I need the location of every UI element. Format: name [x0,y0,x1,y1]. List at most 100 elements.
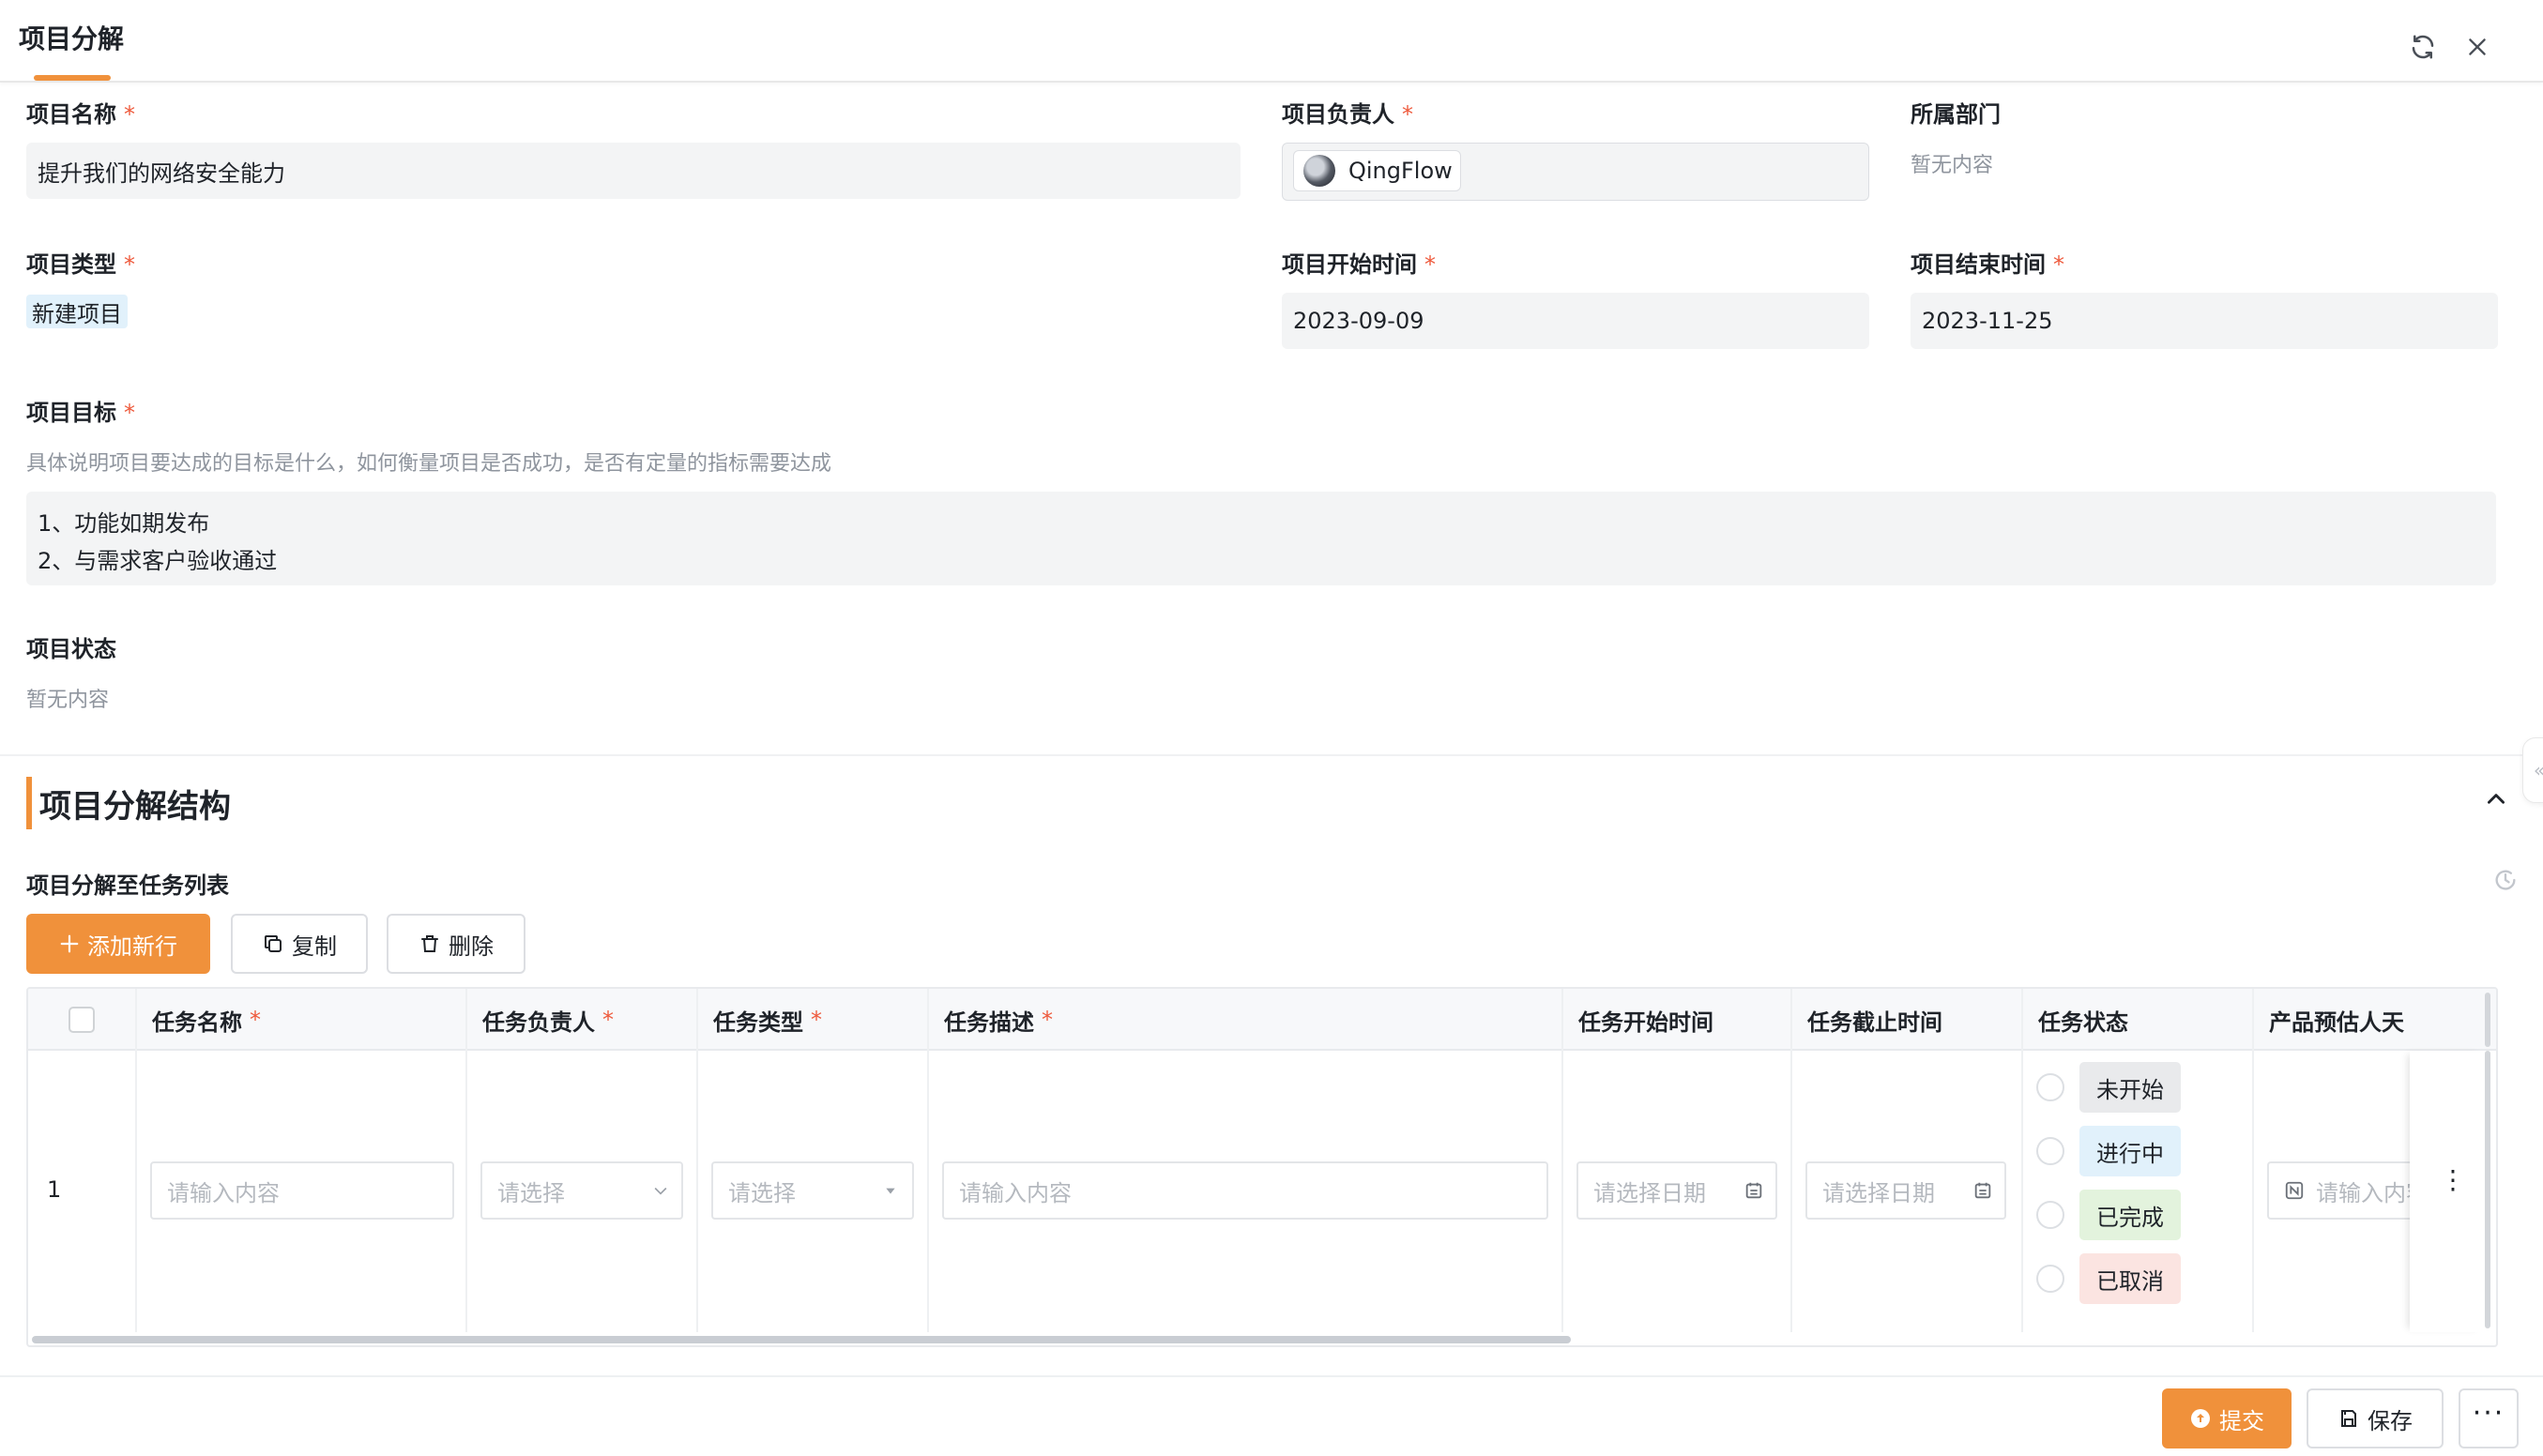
status-tag: 已完成 [2079,1190,2181,1240]
more-horizontal-icon: ··· [2472,1397,2505,1430]
task-name-input[interactable]: 请输入内容 [150,1161,454,1220]
project-type-tag[interactable]: 新建项目 [26,295,128,328]
task-owner-placeholder: 请选择 [497,1179,565,1206]
project-name-label: 项目名称 * [26,101,135,128]
start-time-value: 2023-09-09 [1293,308,1424,334]
status-tag: 未开始 [2079,1062,2181,1113]
status-option-not-started[interactable]: 未开始 [2036,1062,2181,1113]
row-actions-cell: ⋮ [2410,1051,2485,1332]
task-start-cell: 请选择日期 [1563,1051,1792,1332]
goal-hint: 具体说明项目要达成的目标是什么，如何衡量项目是否成功，是否有定量的指标需要达成 [26,452,832,476]
task-desc-cell: 请输入内容 [929,1051,1563,1332]
task-type-select[interactable]: 请选择 [711,1161,914,1220]
save-label: 保存 [2368,1407,2413,1434]
add-row-button[interactable]: 添加新行 [26,914,210,974]
status-tag: 进行中 [2079,1126,2181,1176]
task-status-cell: 未开始 进行中 已完成 已取消 [2023,1051,2254,1332]
subtable-label: 项目分解至任务列表 [26,872,229,899]
project-status-value: 暂无内容 [26,689,110,712]
trash-icon [421,935,438,952]
status-radio[interactable] [2036,1201,2064,1229]
task-type-cell: 请选择 [698,1051,929,1332]
task-table: 任务名称 * 任务负责人 * 任务类型 * 任务描述 * 任务开始时间 任务截止时间 任… [26,987,2498,1347]
status-option-cancelled[interactable]: 已取消 [2036,1253,2181,1304]
project-name-field[interactable]: 提升我们的网络安全能力 [26,143,1241,199]
task-end-placeholder: 请选择日期 [1822,1179,1935,1206]
row-index: 1 [47,1176,62,1203]
goal-field[interactable]: 1、功能如期发布 2、与需求客户验收通过 [26,492,2496,585]
col-task-name: 任务名称 * [137,989,467,1051]
estimate-cell: 请输入内容 [2254,1051,2427,1332]
end-time-label: 项目结束时间 * [1911,251,2064,278]
project-type-label: 项目类型 * [26,251,135,278]
status-tag: 已取消 [2079,1253,2181,1304]
goal-line: 1、功能如期发布 [38,510,210,537]
task-end-date[interactable]: 请选择日期 [1805,1161,2006,1220]
status-radio[interactable] [2036,1073,2064,1101]
refresh-icon[interactable] [2404,28,2442,66]
department-value: 暂无内容 [1911,154,1994,177]
calendar-icon [1745,1182,1762,1199]
status-option-done[interactable]: 已完成 [2036,1190,2181,1240]
start-time-field[interactable]: 2023-09-09 [1282,293,1869,349]
task-start-date[interactable]: 请选择日期 [1576,1161,1777,1220]
number-field-icon [2285,1181,2304,1200]
goal-label: 项目目标 * [26,400,135,426]
copy-button[interactable]: 复制 [231,914,368,974]
table-row: 1 请输入内容 请选择 请选择 请输入内容 请选择日期 请选择日期 未开始 进行… [28,1051,2496,1332]
submit-label: 提交 [2219,1407,2264,1434]
header-scrollbar [2485,993,2490,1047]
col-task-status: 任务状态 [2023,989,2254,1051]
status-radio[interactable] [2036,1265,2064,1293]
caret-down-icon [886,1188,895,1194]
add-row-label: 添加新行 [87,933,177,960]
task-desc-input[interactable]: 请输入内容 [942,1161,1548,1220]
double-chevron-left-icon: « [2534,759,2543,781]
divider [0,754,2543,756]
section-accent-bar [26,777,32,829]
owner-label: 项目负责人 * [1282,101,1413,128]
save-button[interactable]: 保存 [2307,1388,2444,1448]
col-task-start: 任务开始时间 [1563,989,1792,1051]
task-name-cell: 请输入内容 [137,1051,467,1332]
task-type-placeholder: 请选择 [728,1179,796,1206]
table-header: 任务名称 * 任务负责人 * 任务类型 * 任务描述 * 任务开始时间 任务截止时间 任… [28,989,2496,1051]
copy-label: 复制 [292,933,337,960]
task-owner-cell: 请选择 [467,1051,698,1332]
chevron-up-icon[interactable] [2477,781,2515,818]
close-icon[interactable] [2459,28,2496,66]
more-button[interactable]: ··· [2459,1388,2519,1448]
delete-label: 删除 [449,933,494,960]
copy-icon [265,935,282,952]
side-expand-tab[interactable]: « [2522,737,2543,803]
owner-chip[interactable]: QingFlow [1293,150,1461,191]
dialog-header: 项目分解 [0,0,2543,83]
project-status-label: 项目状态 [26,636,116,662]
row-index-cell: 1 [28,1051,137,1332]
save-icon [2341,1410,2356,1427]
select-all-checkbox[interactable] [69,1007,95,1033]
end-time-field[interactable]: 2023-11-25 [1911,293,2498,349]
chevron-down-icon [654,1187,667,1195]
col-task-end: 任务截止时间 [1792,989,2023,1051]
submit-button[interactable]: 提交 [2162,1388,2292,1448]
task-end-cell: 请选择日期 [1792,1051,2023,1332]
estimate-input[interactable]: 请输入内容 [2267,1161,2427,1220]
more-vertical-icon[interactable]: ⋮ [2440,1167,2466,1193]
end-time-value: 2023-11-25 [1922,308,2053,334]
status-radio[interactable] [2036,1137,2064,1165]
horizontal-scrollbar[interactable] [32,1336,1571,1343]
vertical-scrollbar[interactable] [2485,1051,2490,1328]
col-task-owner: 任务负责人 * [467,989,698,1051]
delete-button[interactable]: 删除 [387,914,525,974]
project-breakdown-form: 项目分解 项目名称 * 提升我们的网络安全能力 项目负责人 * QingFlow 所… [0,0,2543,1456]
task-owner-select[interactable]: 请选择 [480,1161,683,1220]
status-option-in-progress[interactable]: 进行中 [2036,1126,2181,1176]
owner-name: QingFlow [1348,158,1453,184]
section-title: 项目分解结构 [39,788,231,826]
title-underline [34,75,111,81]
col-task-desc: 任务描述 * [929,989,1563,1051]
project-name-value: 提升我们的网络安全能力 [38,159,285,187]
history-icon[interactable] [2492,867,2519,897]
department-label: 所属部门 [1911,101,2001,128]
